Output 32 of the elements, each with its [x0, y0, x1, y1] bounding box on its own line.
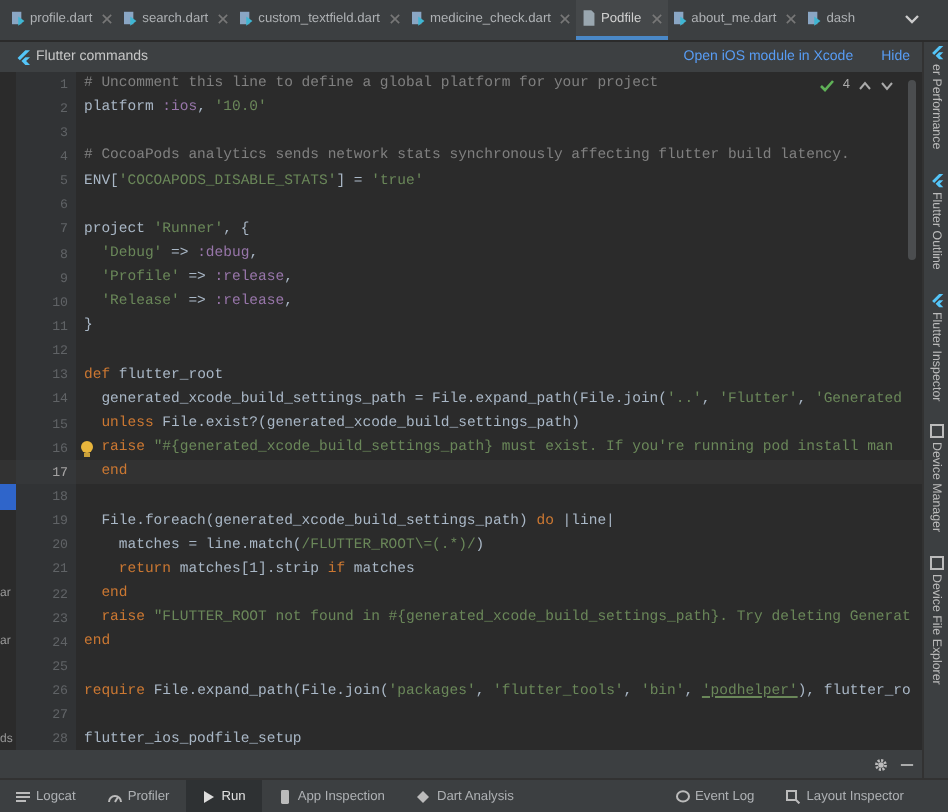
close-icon	[390, 13, 400, 23]
check-icon	[820, 79, 835, 91]
device-icon	[929, 424, 943, 439]
flutter-icon	[929, 46, 943, 60]
chevron-down-icon	[880, 79, 894, 91]
flutter-icon	[16, 49, 30, 65]
close-icon	[651, 13, 662, 23]
chevron-down-icon	[904, 14, 920, 26]
speech-bubble-icon	[675, 789, 690, 803]
chevron-up-icon	[858, 79, 872, 91]
file-icon	[582, 10, 597, 26]
dart-file-icon	[412, 10, 426, 26]
dart-icon	[416, 789, 431, 803]
dart-file-icon	[124, 10, 139, 26]
dart-file-icon	[12, 10, 26, 26]
gauge-icon	[107, 789, 122, 803]
play-icon	[201, 789, 216, 803]
close-icon	[102, 13, 113, 23]
list-icon	[16, 789, 30, 803]
scrollbar[interactable]	[908, 80, 916, 260]
magnifier-icon	[786, 789, 801, 803]
flutter-icon	[929, 293, 943, 308]
dart-file-icon	[240, 10, 255, 26]
close-icon	[218, 13, 229, 23]
close-icon	[786, 13, 797, 23]
settings-icon	[874, 757, 888, 771]
close-icon	[560, 13, 571, 23]
phone-icon	[277, 789, 292, 803]
dart-file-icon	[673, 10, 688, 26]
flutter-icon	[929, 173, 943, 188]
dart-file-icon	[808, 10, 823, 26]
device-icon	[929, 556, 943, 571]
